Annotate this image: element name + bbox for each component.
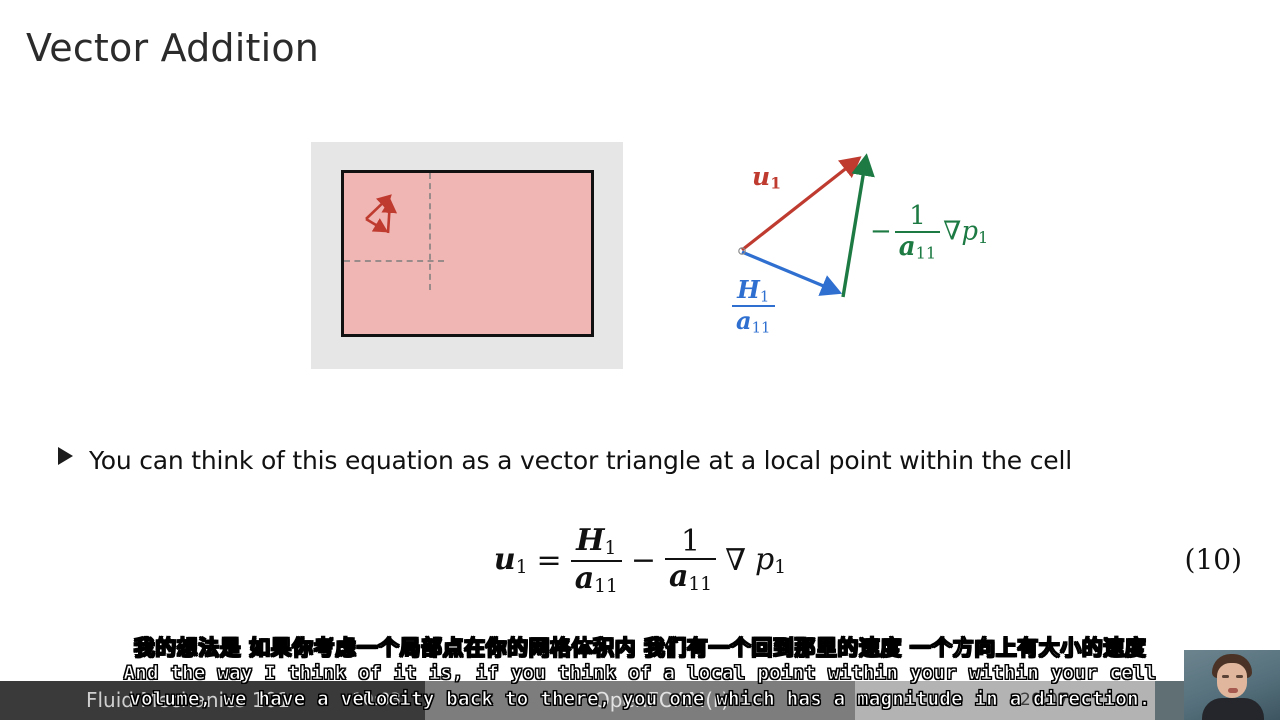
main-equation: u1 = H1 a11 − 1 a11 ∇ p1 — [0, 524, 1280, 597]
triangle-bullet-icon — [58, 447, 73, 465]
vector-gradp-arrow — [841, 153, 875, 298]
term-h-over-a: H1 a11 — [570, 524, 622, 597]
subtitle-chinese: 我的想法是 如果你考虑一个局部点在你的网格体积内 我们有一个回到那里的速度 一个… — [133, 636, 1147, 661]
subtitle-english-line-2: volume, we have a velocity back to there… — [129, 688, 1151, 711]
vector-h-component — [365, 217, 389, 233]
equation-number: (10) — [1184, 543, 1242, 576]
subtitle-english-line-1: And the way I think of it is, if you thi… — [123, 662, 1157, 685]
bullet-row: You can think of this equation as a vect… — [58, 446, 1072, 475]
minus-sign: − — [630, 542, 656, 578]
term-one-over-a: 1 a11 — [664, 525, 717, 595]
nabla-operator: ∇ — [725, 542, 747, 578]
cell-rectangle — [341, 170, 594, 337]
vector-resultant — [365, 194, 392, 220]
page-title: Vector Addition — [26, 26, 320, 70]
bullet-text: You can think of this equation as a vect… — [89, 446, 1072, 475]
vector-label-u1: u1 — [752, 162, 781, 193]
presentation-slide: Vector Addition u1 H1 a11 − 1 a11 ∇p1 Yo… — [0, 0, 1280, 720]
vector-pressure-component — [381, 198, 398, 234]
vector-label-grad-p1: − 1 a11 ∇p1 — [870, 201, 989, 263]
cell-local-vectors — [365, 194, 398, 234]
vector-label-h1-over-a11: H1 a11 — [732, 276, 775, 336]
equals-sign: = — [536, 542, 562, 578]
equation-expression: u1 = H1 a11 − 1 a11 ∇ p1 — [493, 523, 787, 597]
vector-triangle-diagram: u1 H1 a11 − 1 a11 ∇p1 — [700, 140, 1040, 375]
grid-cell-diagram — [311, 142, 623, 369]
